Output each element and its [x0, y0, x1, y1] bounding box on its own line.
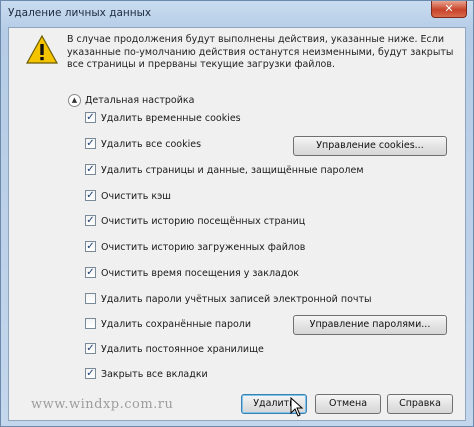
checkbox[interactable]: ✓	[85, 241, 96, 252]
title-bar[interactable]: Удаление личных данных ✕	[1, 1, 473, 27]
option-clear-download-history[interactable]: ✓ Очистить историю загруженных файлов	[85, 241, 305, 255]
option-label: Удалить временные cookies	[101, 113, 241, 124]
checkbox[interactable]: ✓	[85, 138, 96, 149]
manage-passwords-button[interactable]: Управление паролями...	[293, 315, 447, 335]
checkbox[interactable]	[85, 318, 96, 329]
checkbox[interactable]: ✓	[85, 267, 96, 278]
option-label: Очистить кэш	[101, 191, 171, 202]
option-clear-cache[interactable]: ✓ Очистить кэш	[85, 190, 171, 204]
option-delete-all-cookies[interactable]: ✓ Удалить все cookies	[85, 138, 201, 152]
option-delete-persistent-storage[interactable]: ✓ Удалить постоянное хранилище	[85, 343, 264, 357]
option-label: Удалить страницы и данные, защищённые па…	[101, 165, 364, 176]
manage-cookies-button[interactable]: Управление cookies...	[293, 136, 447, 156]
option-clear-bookmark-visit-time[interactable]: ✓ Очистить время посещения у закладок	[85, 267, 299, 281]
checkbox[interactable]: ✓	[85, 112, 96, 123]
watermark: www.windxp.com.ru	[31, 397, 174, 412]
details-toggle[interactable]: ▲ Детальная настройка	[68, 94, 194, 108]
checkbox[interactable]	[85, 293, 96, 304]
option-label: Закрыть все вкладки	[101, 369, 208, 380]
option-label: Очистить историю загруженных файлов	[101, 242, 306, 253]
option-delete-mail-passwords[interactable]: Удалить пароли учётных записей электронн…	[85, 293, 372, 307]
dialog-window: Удаление личных данных ✕ В случае продол…	[0, 0, 474, 427]
mouse-pointer-icon	[290, 397, 304, 417]
window-title: Удаление личных данных	[8, 7, 152, 19]
option-delete-temp-cookies[interactable]: ✓ Удалить временные cookies	[85, 112, 241, 126]
option-delete-saved-passwords[interactable]: Удалить сохранённые пароли	[85, 318, 251, 332]
checkbox[interactable]: ✓	[85, 368, 96, 379]
checkbox[interactable]: ✓	[85, 215, 96, 226]
option-label: Очистить историю посещённых страниц	[101, 216, 306, 227]
cancel-button[interactable]: Отмена	[315, 394, 381, 414]
option-clear-visited-history[interactable]: ✓ Очистить историю посещённых страниц	[85, 215, 305, 229]
option-label: Удалить пароли учётных записей электронн…	[101, 294, 372, 305]
close-button[interactable]: ✕	[431, 1, 467, 18]
option-label: Очистить время посещения у закладок	[101, 268, 299, 279]
details-label: Детальная настройка	[85, 95, 195, 106]
dialog-content: В случае продолжения будут выполнены дей…	[8, 27, 466, 421]
option-label: Удалить все cookies	[101, 139, 202, 150]
option-delete-password-pages[interactable]: ✓ Удалить страницы и данные, защищённые п…	[85, 164, 363, 178]
checkbox[interactable]: ✓	[85, 190, 96, 201]
help-button[interactable]: Справка	[387, 394, 453, 414]
checkbox[interactable]: ✓	[85, 343, 96, 354]
collapse-chevron-icon[interactable]: ▲	[68, 94, 81, 107]
option-close-all-tabs[interactable]: ✓ Закрыть все вкладки	[85, 368, 208, 382]
warning-text: В случае продолжения будут выполнены дей…	[67, 34, 454, 70]
warning-icon	[26, 35, 58, 64]
option-label: Удалить сохранённые пароли	[101, 319, 252, 330]
option-label: Удалить постоянное хранилище	[101, 344, 264, 355]
checkbox[interactable]: ✓	[85, 164, 96, 175]
